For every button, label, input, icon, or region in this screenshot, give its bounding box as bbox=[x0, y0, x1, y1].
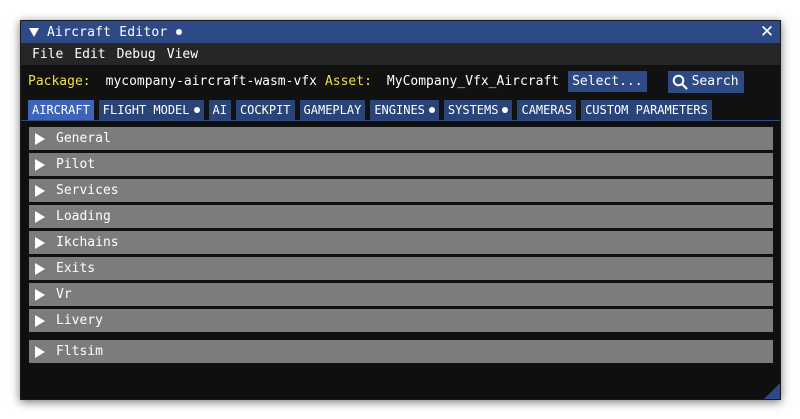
section-livery[interactable]: Livery bbox=[29, 309, 773, 332]
section-label: Vr bbox=[56, 287, 72, 302]
menu-file[interactable]: File bbox=[21, 47, 70, 62]
section-label: Pilot bbox=[56, 157, 96, 172]
tab-label: AIRCRAFT bbox=[32, 103, 90, 117]
tab-label: ENGINES bbox=[374, 103, 425, 117]
select-asset-button[interactable]: Select... bbox=[568, 71, 647, 92]
expand-triangle-icon bbox=[35, 314, 45, 327]
section-label: Livery bbox=[56, 313, 103, 328]
menu-bar: File Edit Debug View bbox=[21, 43, 780, 65]
unsaved-dot-icon bbox=[176, 29, 183, 35]
section-list: General Pilot Services Loading Ikchains … bbox=[21, 121, 780, 363]
tab-label: GAMEPLAY bbox=[303, 103, 362, 117]
tab-systems[interactable]: SYSTEMS bbox=[443, 100, 513, 120]
search-icon bbox=[672, 74, 688, 90]
modified-dot-icon bbox=[428, 107, 435, 113]
expand-triangle-icon bbox=[35, 132, 45, 145]
expand-triangle-icon bbox=[35, 158, 45, 171]
section-pilot[interactable]: Pilot bbox=[29, 153, 773, 176]
tab-gameplay[interactable]: GAMEPLAY bbox=[299, 100, 366, 120]
section-services[interactable]: Services bbox=[29, 179, 773, 202]
asset-value: MyCompany_Vfx_Aircraft bbox=[386, 74, 560, 89]
section-label: Services bbox=[56, 183, 119, 198]
tab-cockpit[interactable]: COCKPIT bbox=[235, 100, 295, 120]
tab-cameras[interactable]: CAMERAS bbox=[517, 100, 577, 120]
section-fltsim[interactable]: Fltsim bbox=[29, 340, 773, 363]
tab-engines[interactable]: ENGINES bbox=[370, 100, 439, 120]
search-button-label: Search bbox=[691, 74, 739, 89]
expand-triangle-icon bbox=[35, 184, 45, 197]
asset-label: Asset: bbox=[324, 74, 372, 89]
modified-dot-icon bbox=[502, 107, 509, 113]
tab-flight-model[interactable]: FLIGHT MODEL bbox=[98, 100, 204, 120]
section-label: Loading bbox=[56, 209, 111, 224]
expand-triangle-icon bbox=[35, 210, 45, 223]
section-ikchains[interactable]: Ikchains bbox=[29, 231, 773, 254]
menu-edit[interactable]: Edit bbox=[70, 47, 112, 62]
resize-grip-icon[interactable] bbox=[764, 383, 780, 399]
tab-label: CUSTOM PARAMETERS bbox=[585, 103, 708, 117]
tab-aircraft[interactable]: AIRCRAFT bbox=[28, 100, 94, 120]
section-label: General bbox=[56, 131, 111, 146]
collapse-triangle-icon[interactable] bbox=[29, 27, 39, 37]
tab-label: CAMERAS bbox=[521, 103, 573, 117]
tab-ai[interactable]: AI bbox=[208, 100, 231, 120]
tab-label: AI bbox=[212, 103, 227, 117]
menu-debug[interactable]: Debug bbox=[113, 47, 163, 62]
section-general[interactable]: General bbox=[29, 127, 773, 150]
tab-custom-parameters[interactable]: CUSTOM PARAMETERS bbox=[581, 100, 712, 120]
expand-triangle-icon bbox=[35, 262, 45, 275]
section-vr[interactable]: Vr bbox=[29, 283, 773, 306]
package-value: mycompany-aircraft-wasm-vfx bbox=[105, 74, 317, 89]
tab-label: FLIGHT MODEL bbox=[102, 103, 190, 117]
window-title: Aircraft Editor bbox=[47, 24, 168, 40]
tab-label: COCKPIT bbox=[239, 103, 291, 117]
section-loading[interactable]: Loading bbox=[29, 205, 773, 228]
section-label: Fltsim bbox=[56, 344, 103, 359]
tab-label: SYSTEMS bbox=[447, 103, 499, 117]
expand-triangle-icon bbox=[35, 288, 45, 301]
menu-view[interactable]: View bbox=[163, 47, 205, 62]
search-button[interactable]: Search bbox=[667, 70, 744, 93]
section-label: Ikchains bbox=[56, 235, 119, 250]
section-exits[interactable]: Exits bbox=[29, 257, 773, 280]
section-label: Exits bbox=[56, 261, 96, 276]
modified-dot-icon bbox=[193, 107, 200, 113]
close-icon[interactable]: ✕ bbox=[758, 23, 776, 41]
aircraft-editor-window: Aircraft Editor ✕ File Edit Debug View P… bbox=[20, 20, 781, 400]
package-bar: Package: mycompany-aircraft-wasm-vfx Ass… bbox=[21, 65, 780, 98]
expand-triangle-icon bbox=[35, 345, 45, 358]
title-bar[interactable]: Aircraft Editor ✕ bbox=[21, 21, 780, 43]
package-label: Package: bbox=[28, 74, 91, 89]
tab-bar: AIRCRAFT FLIGHT MODEL AI COCKPIT GAMEPLA… bbox=[21, 98, 780, 121]
expand-triangle-icon bbox=[35, 236, 45, 249]
